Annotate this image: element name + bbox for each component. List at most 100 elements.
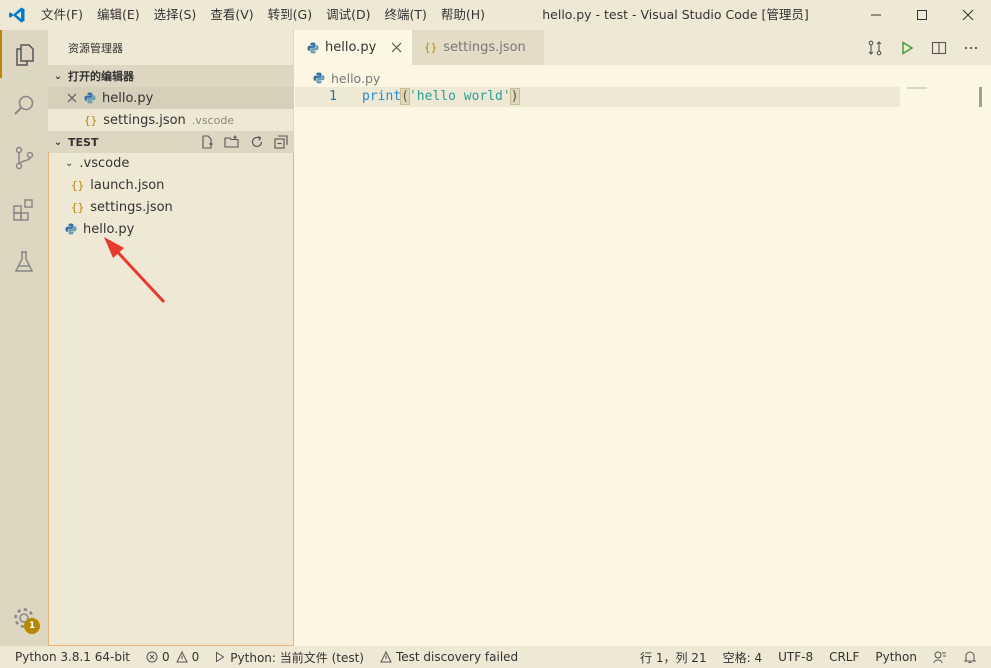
source-control-icon	[15, 146, 34, 170]
activity-search[interactable]	[0, 82, 48, 130]
chevron-down-icon: ⌄	[53, 136, 63, 148]
maximize-icon	[917, 10, 927, 20]
tab-hello-py[interactable]: hello.py	[295, 30, 412, 65]
chevron-down-icon: ⌄	[53, 70, 63, 82]
warning-count: 0	[191, 650, 200, 664]
open-editors-header[interactable]: ⌄ 打开的编辑器	[48, 65, 294, 87]
play-icon	[215, 651, 225, 663]
title-bar: 文件(F) 编辑(E) 选择(S) 查看(V) 转到(G) 调试(D) 终端(T…	[0, 0, 991, 30]
status-problems[interactable]: 0 0	[138, 646, 207, 668]
file-tree: ⌄ .vscode {} launch.json {} settings.jso…	[48, 152, 294, 646]
extensions-icon	[13, 199, 33, 221]
tree-file-hello-py[interactable]: hello.py	[49, 218, 295, 240]
menu-debug[interactable]: 调试(D)	[319, 0, 377, 30]
run-target-label: Python: 当前文件 (test)	[230, 650, 364, 665]
activity-settings[interactable]	[0, 594, 48, 642]
activity-source-control[interactable]	[0, 134, 48, 182]
activity-test[interactable]	[0, 238, 48, 286]
status-encoding[interactable]: UTF-8	[770, 646, 821, 668]
code-paren-close: )	[509, 88, 520, 105]
maximize-button[interactable]	[899, 0, 945, 30]
menu-bar: 文件(F) 编辑(E) 选择(S) 查看(V) 转到(G) 调试(D) 终端(T…	[34, 0, 492, 30]
tree-file-launch-json[interactable]: {} launch.json	[49, 174, 295, 196]
folder-header[interactable]: ⌄ TEST	[48, 131, 294, 153]
status-eol[interactable]: CRLF	[821, 646, 867, 668]
folder-actions	[200, 135, 288, 149]
menu-go[interactable]: 转到(G)	[261, 0, 319, 30]
tab-settings-json[interactable]: {} settings.json	[412, 30, 544, 65]
tab-close-icon[interactable]	[391, 42, 402, 53]
activity-extensions[interactable]	[0, 186, 48, 234]
python-file-icon	[307, 42, 319, 54]
open-editors-label: 打开的编辑器	[68, 70, 134, 83]
line-number: 1	[329, 89, 337, 104]
json-file-icon: {}	[424, 41, 438, 54]
status-right: 行 1，列 21 空格: 4 UTF-8 CRLF Python	[632, 646, 991, 668]
menu-file[interactable]: 文件(F)	[34, 0, 90, 30]
code-string: 'hello world'	[408, 89, 511, 104]
chevron-down-icon: ⌄	[65, 157, 74, 169]
status-cursor-position[interactable]: 行 1，列 21	[632, 646, 715, 668]
run-icon[interactable]	[899, 40, 915, 56]
compare-changes-icon[interactable]	[867, 40, 883, 56]
status-test-discovery[interactable]: Test discovery failed	[372, 646, 526, 668]
json-file-icon: {}	[71, 200, 85, 214]
breadcrumb-file: hello.py	[331, 70, 381, 86]
open-editor-description: .vscode	[191, 113, 235, 127]
code-line[interactable]: print('hello world')	[362, 87, 520, 107]
test-status-label: Test discovery failed	[395, 650, 519, 664]
window-controls	[853, 0, 991, 30]
new-folder-icon[interactable]	[224, 135, 240, 149]
menu-help[interactable]: 帮助(H)	[434, 0, 492, 30]
editor-actions	[867, 30, 979, 65]
python-file-icon	[65, 223, 77, 235]
close-window-button[interactable]	[945, 0, 991, 30]
open-editor-hello-py[interactable]: hello.py	[48, 87, 294, 109]
sidebar-title: 资源管理器	[68, 42, 123, 55]
close-icon	[962, 9, 974, 21]
explorer-icon	[16, 44, 34, 66]
activity-explorer[interactable]	[0, 30, 48, 78]
menu-view[interactable]: 查看(V)	[203, 0, 260, 30]
tree-item-label: settings.json	[90, 199, 173, 215]
json-file-icon: {}	[84, 113, 98, 127]
status-indentation[interactable]: 空格: 4	[715, 646, 771, 668]
menu-edit[interactable]: 编辑(E)	[90, 0, 147, 30]
error-count: 0	[162, 650, 170, 664]
feedback-icon[interactable]	[925, 646, 955, 668]
error-icon	[146, 651, 158, 663]
vscode-logo-icon	[0, 0, 34, 30]
settings-update-badge: 1	[24, 618, 40, 634]
open-editor-settings-json[interactable]: {} settings.json .vscode	[48, 109, 294, 131]
tree-file-settings-json[interactable]: {} settings.json	[49, 196, 295, 218]
status-run-target[interactable]: Python: 当前文件 (test)	[207, 646, 372, 668]
minimize-icon	[871, 14, 881, 16]
breadcrumb[interactable]: hello.py	[313, 68, 380, 88]
search-icon	[14, 95, 34, 115]
more-actions-icon[interactable]	[963, 40, 979, 56]
menu-selection[interactable]: 选择(S)	[147, 0, 204, 30]
warning-icon	[175, 651, 188, 663]
minimize-button[interactable]	[853, 0, 899, 30]
collapse-all-icon[interactable]	[274, 135, 288, 149]
menu-terminal[interactable]: 终端(T)	[377, 0, 433, 30]
split-editor-icon[interactable]	[931, 40, 947, 56]
test-icon	[14, 251, 34, 272]
status-bar: Python 3.8.1 64-bit 0 0 Python: 当前文件 (te…	[0, 646, 991, 668]
new-file-icon[interactable]	[200, 135, 214, 149]
tree-item-label: .vscode	[79, 155, 130, 171]
python-file-icon	[313, 72, 325, 84]
tree-folder-vscode[interactable]: ⌄ .vscode	[49, 152, 295, 174]
open-editor-label: hello.py	[102, 90, 154, 106]
status-interpreter[interactable]: Python 3.8.1 64-bit	[0, 646, 138, 668]
annotation-arrow-icon	[104, 237, 166, 304]
notification-bell-icon[interactable]	[955, 646, 991, 668]
tab-label: hello.py	[325, 40, 377, 55]
overview-ruler[interactable]	[979, 87, 989, 107]
tree-item-label: launch.json	[90, 177, 165, 193]
minimap[interactable]	[907, 87, 927, 89]
status-language[interactable]: Python	[867, 646, 925, 668]
editor-area: hello.py {} settings.json hello.py 1 pri…	[295, 30, 991, 646]
refresh-icon[interactable]	[250, 135, 264, 149]
close-icon[interactable]	[66, 92, 78, 104]
